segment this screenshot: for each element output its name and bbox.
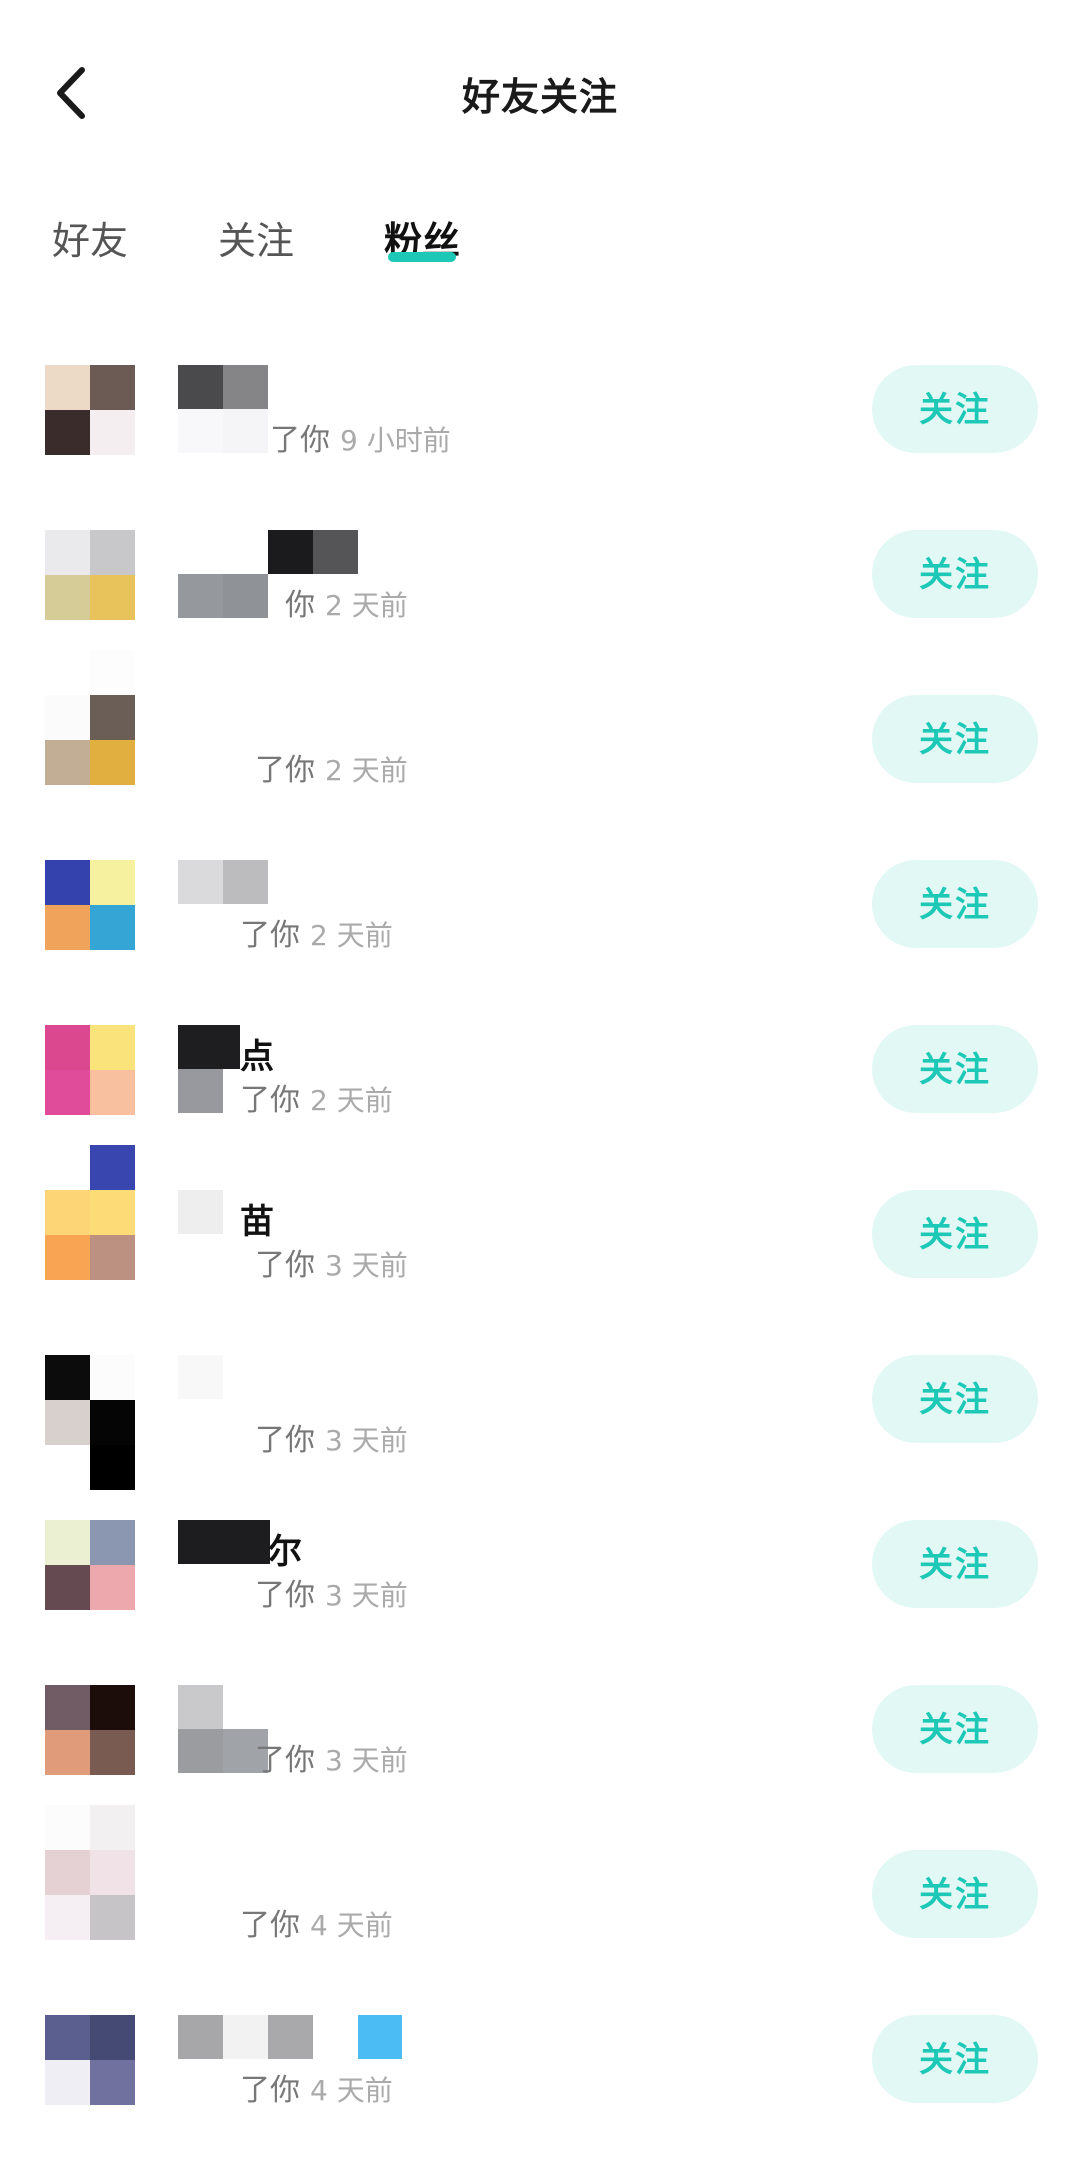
follow-info: 了你 2 天前 xyxy=(240,1083,393,1118)
follow-button[interactable]: 关注 xyxy=(872,1190,1038,1278)
avatar[interactable] xyxy=(45,365,135,455)
list-item[interactable]: 了你 3 天前 关注 xyxy=(0,1685,1080,1850)
avatar[interactable] xyxy=(45,1145,135,1280)
username-mask xyxy=(178,860,268,904)
tab-friends[interactable]: 好友 xyxy=(52,210,128,265)
avatar[interactable] xyxy=(45,530,135,620)
username-mask xyxy=(178,1520,270,1564)
follow-button[interactable]: 关注 xyxy=(872,1025,1038,1113)
follow-button[interactable]: 关注 xyxy=(872,1355,1038,1443)
list-item[interactable]: 你2 天前 关注 xyxy=(0,530,1080,695)
tab-following[interactable]: 关注 xyxy=(218,210,294,265)
follow-button[interactable]: 关注 xyxy=(872,695,1038,783)
follow-button[interactable]: 关注 xyxy=(872,2015,1038,2103)
avatar[interactable] xyxy=(45,1805,135,1940)
list-item[interactable]: 了你 2 天前 关注 xyxy=(0,650,1080,860)
username-mask xyxy=(178,1190,223,1234)
follow-button[interactable]: 关注 xyxy=(872,1520,1038,1608)
follow-info: 了你 4 天前 xyxy=(240,1908,393,1943)
avatar[interactable] xyxy=(45,2015,135,2105)
follow-info: 了你 3 天前 xyxy=(255,1248,408,1283)
list-item[interactable]: 尔 了你 3 天前 关注 xyxy=(0,1520,1080,1685)
follow-info: 了你 2 天前 xyxy=(255,753,408,788)
follow-button[interactable]: 关注 xyxy=(872,1685,1038,1773)
avatar[interactable] xyxy=(45,1025,135,1115)
follow-info: 了你 9 小时前 xyxy=(270,423,451,458)
follow-info: 了你 4 天前 xyxy=(240,2073,393,2108)
list-item[interactable]: 点 了你 2 天前 关注 xyxy=(0,1025,1080,1190)
follow-info: 了你 3 天前 xyxy=(255,1423,408,1458)
follow-button[interactable]: 关注 xyxy=(872,365,1038,453)
avatar[interactable] xyxy=(45,860,135,950)
avatar[interactable] xyxy=(45,1355,135,1490)
username: 尔 xyxy=(268,1532,302,1572)
follow-button[interactable]: 关注 xyxy=(872,530,1038,618)
username-mask xyxy=(178,1025,240,1069)
follow-info: 了你 3 天前 xyxy=(255,1578,408,1613)
username-mask xyxy=(178,2015,313,2059)
list-item[interactable]: 了你 3 天前 关注 xyxy=(0,1355,1080,1520)
avatar[interactable] xyxy=(45,650,135,785)
username-mask xyxy=(178,1685,223,1729)
username-mask-2 xyxy=(178,574,268,618)
avatar[interactable] xyxy=(45,1520,135,1610)
follow-info: 你2 天前 xyxy=(285,588,408,623)
tab-bar: 好友 关注 粉丝 xyxy=(0,210,1080,270)
list-item[interactable]: 了你 4 天前 关注 xyxy=(0,2015,1080,2180)
username-mask xyxy=(178,1355,223,1399)
username-mask-2 xyxy=(178,1069,223,1113)
username-mask xyxy=(268,530,358,574)
username: 点 xyxy=(240,1037,274,1077)
list-item[interactable]: 了你 4 天前 关注 xyxy=(0,1805,1080,2015)
username: 苗 xyxy=(240,1202,274,1242)
list-item[interactable]: 了你 2 天前 关注 xyxy=(0,860,1080,1025)
list-item[interactable]: 了你 9 小时前 关注 xyxy=(0,365,1080,530)
follow-button[interactable]: 关注 xyxy=(872,860,1038,948)
header-bar: 好友关注 xyxy=(0,0,1080,180)
avatar[interactable] xyxy=(45,1685,135,1775)
decorative-block xyxy=(358,2015,402,2059)
active-tab-indicator xyxy=(388,252,456,262)
username-mask-2 xyxy=(178,409,268,453)
follow-button[interactable]: 关注 xyxy=(872,1850,1038,1938)
list-item[interactable]: 苗 了你 3 天前 关注 xyxy=(0,1145,1080,1355)
follow-info: 了你 3 天前 xyxy=(255,1743,408,1778)
username-mask xyxy=(178,365,268,409)
page-title: 好友关注 xyxy=(461,75,618,119)
follow-info: 了你 2 天前 xyxy=(240,918,393,953)
